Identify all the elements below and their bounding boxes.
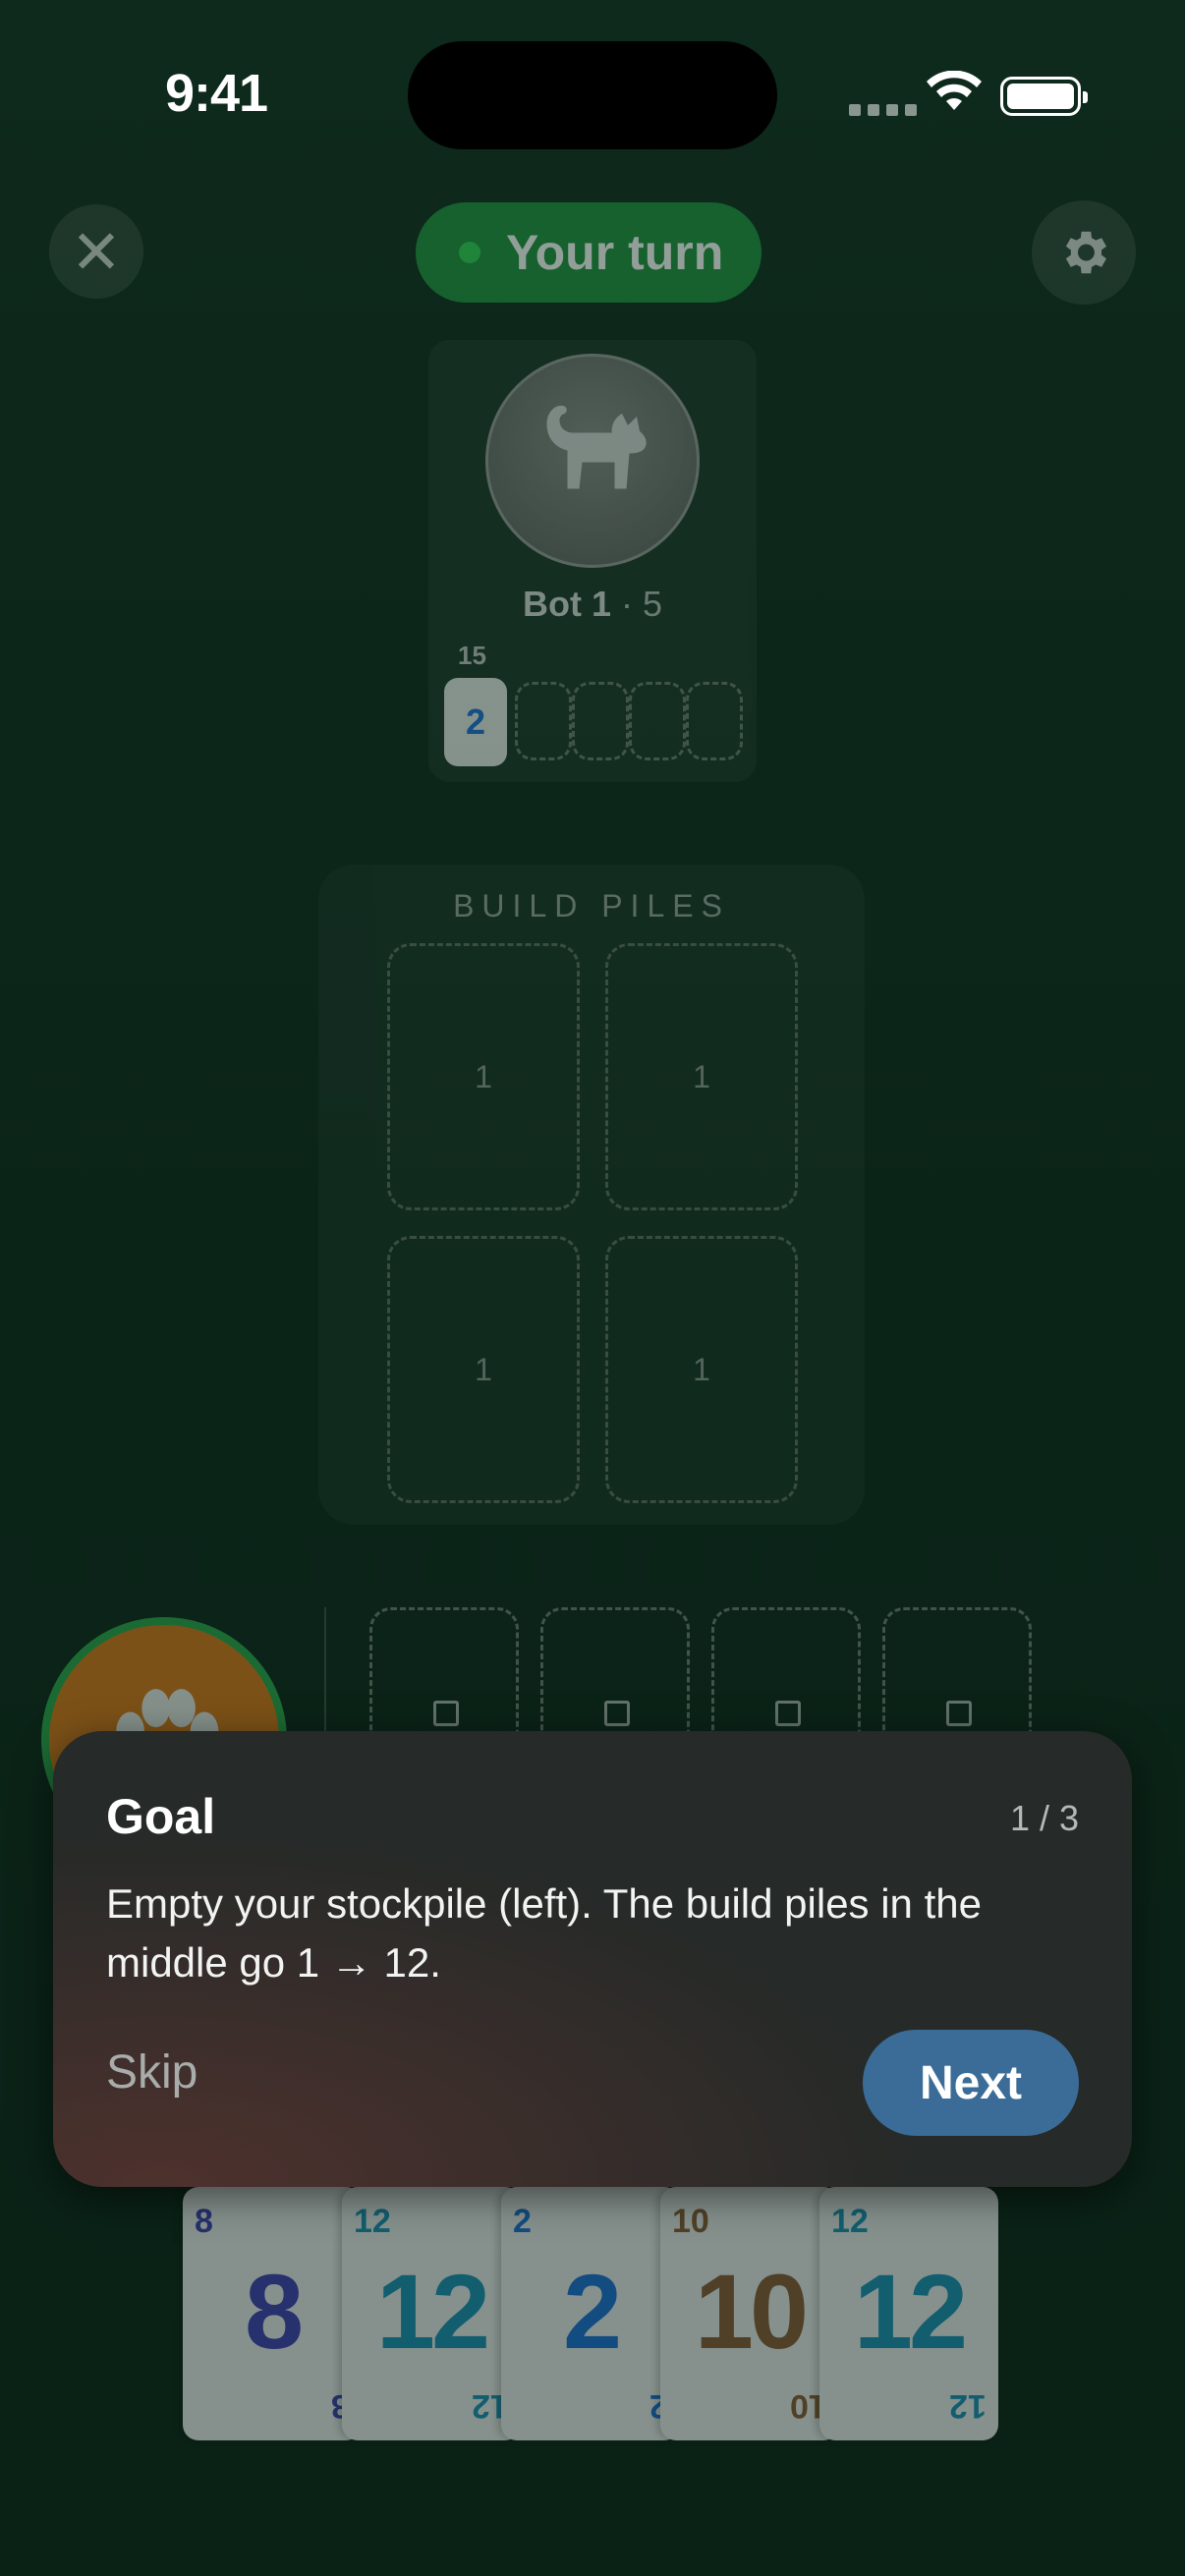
cat-icon [546, 405, 647, 489]
game-screen: 9:41 ✕ Your turn Bot 1 · 5 15 2 BUILD PI… [0, 0, 1185, 2576]
empty-slot-icon [775, 1701, 801, 1726]
opponent-discard-slot [686, 682, 743, 760]
tutorial-body: Empty your stockpile (left). The build p… [106, 1880, 982, 1986]
hand-card-value: 12 [375, 2252, 490, 2371]
hand-card-value: 8 [244, 2252, 304, 2371]
skip-button[interactable]: Skip [106, 2045, 198, 2100]
build-pile[interactable]: 1 [605, 1236, 798, 1503]
empty-slot-icon [433, 1701, 459, 1726]
hand-card-corner: 2 [513, 2203, 532, 2240]
opponent-discard-slot [572, 682, 629, 760]
hand-card[interactable]: 12 12 12 [342, 2187, 521, 2440]
build-pile[interactable]: 1 [387, 943, 580, 1210]
hand-card-value: 10 [694, 2252, 809, 2371]
empty-slot-icon [604, 1701, 630, 1726]
tutorial-title: Goal [106, 1789, 216, 1844]
turn-indicator: Your turn [416, 202, 762, 303]
build-piles-title: BUILD PILES [453, 888, 730, 924]
next-button[interactable]: Next [863, 2030, 1079, 2136]
build-pile[interactable]: 1 [387, 1236, 580, 1503]
gear-icon [1065, 231, 1106, 274]
hand-card[interactable]: 10 10 10 [660, 2187, 839, 2440]
settings-button[interactable] [1032, 200, 1136, 305]
opponent-stock-card: 2 [444, 678, 507, 766]
hand-card[interactable]: 222 [501, 2187, 680, 2440]
player-divider [324, 1607, 326, 1745]
hand-card-value: 2 [562, 2252, 622, 2371]
tutorial-step-counter: 1 / 3 [1009, 1798, 1079, 1838]
game-board: ✕ Your turn Bot 1 · 5 15 2 BUILD PILES 1… [0, 0, 1185, 2576]
opponent-discard-slot [515, 682, 572, 760]
hand-card-value: 12 [853, 2252, 968, 2371]
build-pile[interactable]: 1 [605, 943, 798, 1210]
build-piles-area: BUILD PILES 1 1 1 1 [318, 865, 865, 1525]
hand-card-corner: 10 [672, 2203, 709, 2240]
hand-card-corner: 12 [354, 2203, 391, 2240]
opponent-avatar [485, 354, 700, 568]
hand-card-corner: 12 [949, 2387, 987, 2425]
opponent-stock-count: 15 [458, 641, 486, 670]
empty-slot-icon [946, 1701, 972, 1726]
opponent-name-line: Bot 1 · 5 [428, 584, 757, 625]
opponent-score: · 5 [621, 584, 663, 624]
close-icon: ✕ [71, 218, 122, 287]
opponent-name: Bot 1 [522, 584, 611, 624]
opponent-discard-slot [629, 682, 686, 760]
hand-card-corner: 12 [831, 2203, 869, 2240]
hand-card[interactable]: 12 12 12 [819, 2187, 998, 2440]
turn-label: Your turn [506, 225, 724, 280]
tutorial-sheet: Goal 1 / 3 Empty your stockpile (left). … [53, 1731, 1132, 2187]
hand-card-corner: 8 [195, 2203, 213, 2240]
hand-card[interactable]: 888 [183, 2187, 362, 2440]
opponent-panel: Bot 1 · 5 15 2 [428, 340, 757, 782]
turn-status-dot [459, 242, 480, 263]
close-button[interactable]: ✕ [49, 204, 143, 299]
